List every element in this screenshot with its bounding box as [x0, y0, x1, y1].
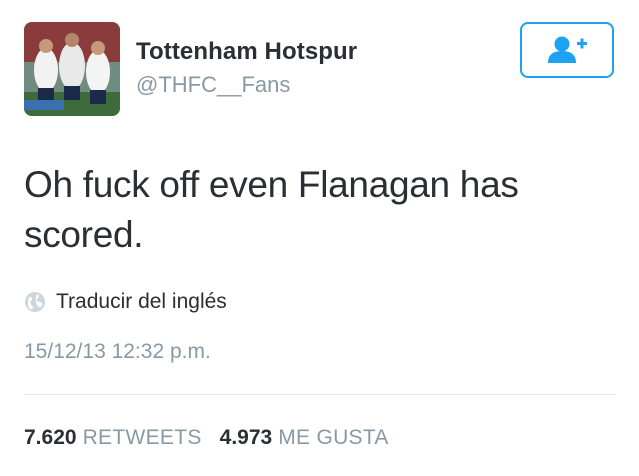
tweet-timestamp[interactable]: 15/12/13 12:32 p.m. [24, 340, 211, 364]
tweet-stats: 7.620 RETWEETS 4.973 ME GUSTA [24, 426, 407, 450]
translate-link[interactable]: Traducir del inglés [24, 288, 227, 316]
likes-count[interactable]: 4.973 [220, 426, 273, 450]
add-user-icon [548, 36, 587, 63]
retweets-count[interactable]: 7.620 [24, 426, 77, 450]
follow-button[interactable] [520, 22, 614, 78]
divider [24, 394, 616, 395]
avatar-photo [24, 22, 120, 116]
avatar[interactable] [24, 22, 120, 116]
likes-label[interactable]: ME GUSTA [278, 426, 389, 450]
author-handle[interactable]: @THFC__Fans [136, 72, 290, 98]
tweet-card: Tottenham Hotspur @THFC__Fans Oh fuck of… [0, 0, 639, 476]
translate-label[interactable]: Traducir del inglés [56, 290, 227, 314]
globe-icon [25, 292, 45, 312]
retweets-label[interactable]: RETWEETS [83, 426, 202, 450]
author-display-name[interactable]: Tottenham Hotspur [136, 38, 357, 66]
tweet-text: Oh fuck off even Flanagan has scored. [24, 164, 519, 255]
